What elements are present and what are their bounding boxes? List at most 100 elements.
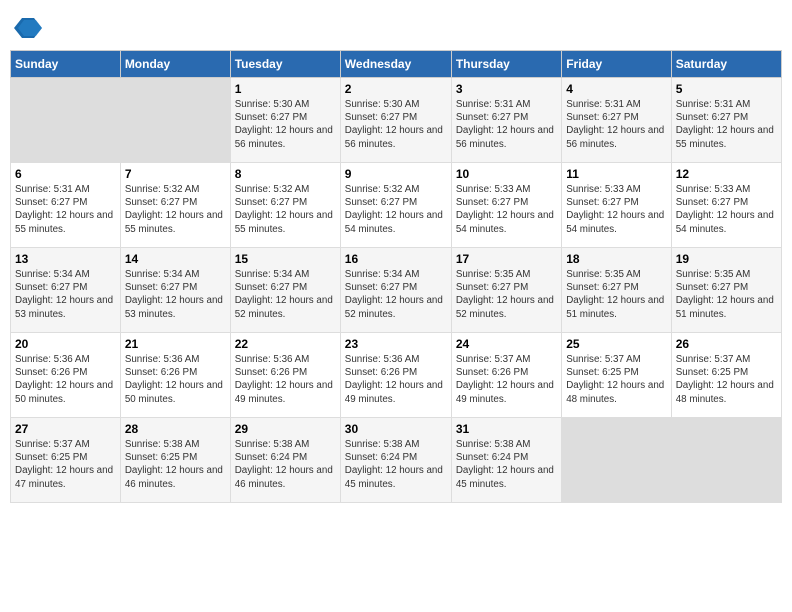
day-number: 27: [15, 422, 116, 436]
day-number: 6: [15, 167, 116, 181]
week-row-3: 13 Sunrise: 5:34 AM Sunset: 6:27 PM Dayli…: [11, 248, 782, 333]
calendar-cell: 25 Sunrise: 5:37 AM Sunset: 6:25 PM Dayli…: [562, 333, 672, 418]
calendar-cell: 30 Sunrise: 5:38 AM Sunset: 6:24 PM Dayli…: [340, 418, 451, 503]
day-number: 21: [125, 337, 226, 351]
header-tuesday: Tuesday: [230, 51, 340, 78]
calendar-cell: [11, 78, 121, 163]
day-number: 13: [15, 252, 116, 266]
day-number: 22: [235, 337, 336, 351]
day-info: Sunrise: 5:31 AM Sunset: 6:27 PM Dayligh…: [456, 98, 557, 151]
calendar-cell: 21 Sunrise: 5:36 AM Sunset: 6:26 PM Dayli…: [120, 333, 230, 418]
calendar-table: SundayMondayTuesdayWednesdayThursdayFrid…: [10, 50, 782, 503]
day-info: Sunrise: 5:36 AM Sunset: 6:26 PM Dayligh…: [345, 353, 447, 406]
calendar-cell: 18 Sunrise: 5:35 AM Sunset: 6:27 PM Dayli…: [562, 248, 672, 333]
calendar-cell: [671, 418, 781, 503]
calendar-cell: 19 Sunrise: 5:35 AM Sunset: 6:27 PM Dayli…: [671, 248, 781, 333]
day-info: Sunrise: 5:38 AM Sunset: 6:24 PM Dayligh…: [235, 438, 336, 491]
calendar-cell: 24Sunrise: 5:37 AM Sunset: 6:26 PM Dayli…: [451, 333, 561, 418]
week-row-1: 1Sunrise: 5:30 AM Sunset: 6:27 PM Daylig…: [11, 78, 782, 163]
header-wednesday: Wednesday: [340, 51, 451, 78]
calendar-cell: 28 Sunrise: 5:38 AM Sunset: 6:25 PM Dayli…: [120, 418, 230, 503]
day-info: Sunrise: 5:35 AM Sunset: 6:27 PM Dayligh…: [456, 268, 557, 321]
week-row-2: 6Sunrise: 5:31 AM Sunset: 6:27 PM Daylig…: [11, 163, 782, 248]
day-number: 5: [676, 82, 777, 96]
header-saturday: Saturday: [671, 51, 781, 78]
page-header: [10, 10, 782, 42]
day-number: 26: [676, 337, 777, 351]
day-number: 14: [125, 252, 226, 266]
calendar-cell: 22 Sunrise: 5:36 AM Sunset: 6:26 PM Dayli…: [230, 333, 340, 418]
day-info: Sunrise: 5:34 AM Sunset: 6:27 PM Dayligh…: [235, 268, 336, 321]
day-number: 1: [235, 82, 336, 96]
calendar-cell: 8 Sunrise: 5:32 AM Sunset: 6:27 PM Daylig…: [230, 163, 340, 248]
calendar-cell: [562, 418, 672, 503]
day-info: Sunrise: 5:36 AM Sunset: 6:26 PM Dayligh…: [125, 353, 226, 406]
week-row-5: 27 Sunrise: 5:37 AM Sunset: 6:25 PM Dayli…: [11, 418, 782, 503]
day-number: 20: [15, 337, 116, 351]
header-sunday: Sunday: [11, 51, 121, 78]
calendar-cell: 14 Sunrise: 5:34 AM Sunset: 6:27 PM Dayli…: [120, 248, 230, 333]
day-info: Sunrise: 5:38 AM Sunset: 6:24 PM Dayligh…: [345, 438, 447, 491]
day-number: 10: [456, 167, 557, 181]
day-info: Sunrise: 5:32 AM Sunset: 6:27 PM Dayligh…: [235, 183, 336, 236]
calendar-cell: 1Sunrise: 5:30 AM Sunset: 6:27 PM Daylig…: [230, 78, 340, 163]
day-info: Sunrise: 5:33 AM Sunset: 6:27 PM Dayligh…: [456, 183, 557, 236]
calendar-cell: 6Sunrise: 5:31 AM Sunset: 6:27 PM Daylig…: [11, 163, 121, 248]
day-info: Sunrise: 5:35 AM Sunset: 6:27 PM Dayligh…: [566, 268, 667, 321]
day-number: 18: [566, 252, 667, 266]
calendar-cell: 27 Sunrise: 5:37 AM Sunset: 6:25 PM Dayli…: [11, 418, 121, 503]
day-number: 11: [566, 167, 667, 181]
calendar-cell: 20Sunrise: 5:36 AM Sunset: 6:26 PM Dayli…: [11, 333, 121, 418]
calendar-cell: 9Sunrise: 5:32 AM Sunset: 6:27 PM Daylig…: [340, 163, 451, 248]
day-number: 28: [125, 422, 226, 436]
calendar-cell: 11 Sunrise: 5:33 AM Sunset: 6:27 PM Dayli…: [562, 163, 672, 248]
day-info: Sunrise: 5:36 AM Sunset: 6:26 PM Dayligh…: [235, 353, 336, 406]
day-info: Sunrise: 5:33 AM Sunset: 6:27 PM Dayligh…: [566, 183, 667, 236]
day-number: 3: [456, 82, 557, 96]
day-number: 19: [676, 252, 777, 266]
header-thursday: Thursday: [451, 51, 561, 78]
day-info: Sunrise: 5:32 AM Sunset: 6:27 PM Dayligh…: [125, 183, 226, 236]
week-row-4: 20 Sunrise: 5:36 AM Sunset: 6:26 PM Dayli…: [11, 333, 782, 418]
calendar-cell: 16 Sunrise: 5:34 AM Sunset: 6:27 PM Dayli…: [340, 248, 451, 333]
day-number: 23: [345, 337, 447, 351]
day-number: 31: [456, 422, 557, 436]
calendar-cell: 17Sunrise: 5:35 AM Sunset: 6:27 PM Dayli…: [451, 248, 561, 333]
day-info: Sunrise: 5:34 AM Sunset: 6:27 PM Dayligh…: [15, 268, 116, 321]
day-number: 29: [235, 422, 336, 436]
day-info: Sunrise: 5:31 AM Sunset: 6:27 PM Dayligh…: [566, 98, 667, 151]
day-number: 30: [345, 422, 447, 436]
calendar-cell: 10 Sunrise: 5:33 AM Sunset: 6:27 PM Dayli…: [451, 163, 561, 248]
day-info: Sunrise: 5:34 AM Sunset: 6:27 PM Dayligh…: [345, 268, 447, 321]
day-info: Sunrise: 5:37 AM Sunset: 6:25 PM Dayligh…: [676, 353, 777, 406]
day-info: Sunrise: 5:32 AM Sunset: 6:27 PM Dayligh…: [345, 183, 447, 236]
calendar-cell: 3 Sunrise: 5:31 AM Sunset: 6:27 PM Daylig…: [451, 78, 561, 163]
day-info: Sunrise: 5:38 AM Sunset: 6:25 PM Dayligh…: [125, 438, 226, 491]
day-info: Sunrise: 5:37 AM Sunset: 6:26 PM Dayligh…: [456, 353, 557, 406]
calendar-cell: 29 Sunrise: 5:38 AM Sunset: 6:24 PM Dayli…: [230, 418, 340, 503]
logo-icon: [14, 14, 42, 42]
calendar-cell: 2Sunrise: 5:30 AM Sunset: 6:27 PM Daylig…: [340, 78, 451, 163]
calendar-cell: 23 Sunrise: 5:36 AM Sunset: 6:26 PM Dayli…: [340, 333, 451, 418]
calendar-cell: 4Sunrise: 5:31 AM Sunset: 6:27 PM Daylig…: [562, 78, 672, 163]
header-monday: Monday: [120, 51, 230, 78]
calendar-cell: 31Sunrise: 5:38 AM Sunset: 6:24 PM Dayli…: [451, 418, 561, 503]
day-number: 12: [676, 167, 777, 181]
calendar-cell: 26 Sunrise: 5:37 AM Sunset: 6:25 PM Dayli…: [671, 333, 781, 418]
header-friday: Friday: [562, 51, 672, 78]
day-number: 25: [566, 337, 667, 351]
logo: [14, 14, 46, 42]
day-info: Sunrise: 5:37 AM Sunset: 6:25 PM Dayligh…: [15, 438, 116, 491]
calendar-cell: 7 Sunrise: 5:32 AM Sunset: 6:27 PM Daylig…: [120, 163, 230, 248]
day-info: Sunrise: 5:37 AM Sunset: 6:25 PM Dayligh…: [566, 353, 667, 406]
calendar-cell: 13 Sunrise: 5:34 AM Sunset: 6:27 PM Dayli…: [11, 248, 121, 333]
day-number: 7: [125, 167, 226, 181]
day-info: Sunrise: 5:33 AM Sunset: 6:27 PM Dayligh…: [676, 183, 777, 236]
day-info: Sunrise: 5:34 AM Sunset: 6:27 PM Dayligh…: [125, 268, 226, 321]
day-number: 8: [235, 167, 336, 181]
calendar-cell: 5Sunrise: 5:31 AM Sunset: 6:27 PM Daylig…: [671, 78, 781, 163]
calendar-cell: [120, 78, 230, 163]
day-number: 16: [345, 252, 447, 266]
calendar-header-row: SundayMondayTuesdayWednesdayThursdayFrid…: [11, 51, 782, 78]
day-info: Sunrise: 5:35 AM Sunset: 6:27 PM Dayligh…: [676, 268, 777, 321]
